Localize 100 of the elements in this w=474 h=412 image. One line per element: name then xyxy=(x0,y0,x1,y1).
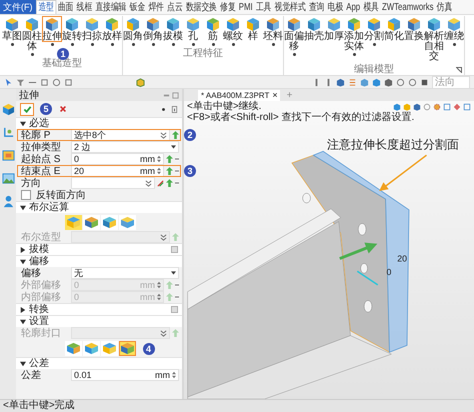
dropdown-icon[interactable] xyxy=(452,43,456,46)
ribbon-tab[interactable]: 模具 xyxy=(361,0,380,14)
ribbon-tool[interactable]: 扫掠 xyxy=(82,16,102,42)
ribbon-tab[interactable]: 视觉样式 xyxy=(272,0,307,14)
dropdown-icon[interactable] xyxy=(90,43,94,46)
section-header[interactable]: 必选 xyxy=(16,117,182,129)
ribbon-tool[interactable]: 倒角 xyxy=(143,16,163,42)
number-field[interactable]: 0.01 mm xyxy=(71,369,179,381)
ribbon-tool[interactable]: 筋 xyxy=(203,16,223,42)
restore-button[interactable] xyxy=(172,92,179,98)
ribbon-tab[interactable]: 线框 xyxy=(74,0,94,14)
circle-icon[interactable] xyxy=(52,78,61,86)
ribbon-tool[interactable]: 草图 xyxy=(2,16,22,42)
ribbon-tool[interactable]: 样 xyxy=(243,16,263,42)
checkbox[interactable] xyxy=(21,190,31,200)
document-tab[interactable]: * AAB400M.Z3PRT xyxy=(198,90,272,100)
file-menu-button[interactable]: 文件(F) xyxy=(0,0,36,14)
ribbon-tab[interactable]: 工具 xyxy=(254,0,272,14)
section-header[interactable]: 偏移 xyxy=(16,255,182,267)
user-icon[interactable] xyxy=(2,195,14,208)
dropdown-icon[interactable] xyxy=(232,43,234,46)
dropdown-icon[interactable] xyxy=(292,53,296,56)
axis-icon[interactable] xyxy=(157,180,164,186)
dropdown-icon[interactable] xyxy=(352,53,356,56)
ribbon-tool[interactable]: 简化 xyxy=(384,16,404,42)
spinner-icon[interactable] xyxy=(172,371,176,379)
launcher-icon[interactable] xyxy=(456,67,462,73)
dropdown-icon[interactable] xyxy=(152,43,154,46)
square-icon[interactable] xyxy=(443,102,451,110)
ribbon-tool[interactable]: 放样 xyxy=(102,16,122,42)
section-header[interactable]: 设置 xyxy=(16,315,182,327)
dot-icon[interactable] xyxy=(160,106,167,112)
dropdown-icon[interactable] xyxy=(372,43,376,46)
ribbon-tool[interactable]: 圆角 xyxy=(123,16,143,42)
spinner-icon[interactable] xyxy=(157,155,161,163)
dash-icon[interactable] xyxy=(175,284,179,286)
ribbon-tool[interactable]: 分割 xyxy=(364,16,384,42)
ribbon-tool[interactable]: 圆柱体 xyxy=(22,16,42,52)
ribbon-tool[interactable]: 置换 xyxy=(404,16,424,42)
section-header[interactable]: 拔模 xyxy=(16,243,182,255)
ribbon-tool[interactable]: 拔模 xyxy=(163,16,183,42)
minimize-button[interactable] xyxy=(163,92,170,98)
list-icon[interactable] xyxy=(348,78,357,86)
spinner-icon[interactable] xyxy=(157,167,161,175)
ribbon-tab[interactable]: 焊件 xyxy=(146,0,165,14)
dropdown-icon[interactable] xyxy=(70,43,74,46)
ribbon-tab[interactable]: ZWTeamworks xyxy=(380,0,435,14)
dash-icon[interactable] xyxy=(175,170,179,172)
section-header[interactable]: 转换 xyxy=(16,303,182,315)
box-icon[interactable] xyxy=(2,149,14,162)
axis-icon[interactable] xyxy=(2,126,14,139)
dropdown-icon[interactable] xyxy=(50,43,54,46)
ok-button[interactable] xyxy=(20,102,34,116)
dash-icon[interactable] xyxy=(175,182,179,184)
image-icon[interactable] xyxy=(2,172,14,185)
dropdown-icon[interactable] xyxy=(110,43,114,46)
ribbon-tab[interactable]: 查询 xyxy=(306,0,326,14)
dash-icon[interactable] xyxy=(175,296,179,298)
ribbon-tab[interactable]: App xyxy=(344,0,362,14)
cursor-icon[interactable] xyxy=(166,155,173,163)
double-chevron-icon[interactable] xyxy=(145,180,152,186)
ribbon-tab[interactable]: 曲面 xyxy=(56,0,74,14)
square-icon[interactable] xyxy=(40,78,49,86)
dropdown-icon[interactable] xyxy=(212,43,214,46)
ribbon-tab[interactable]: 修复 xyxy=(218,0,237,14)
dash-icon[interactable] xyxy=(175,158,179,160)
ribbon-tab[interactable]: 直接编辑 xyxy=(93,0,128,14)
ribbon-tab[interactable]: 点云 xyxy=(164,0,184,14)
caret-icon[interactable] xyxy=(171,271,176,275)
ribbon-tool[interactable]: 加厚 xyxy=(324,16,344,42)
number-field[interactable]: 0 mm xyxy=(71,153,164,165)
circle-icon[interactable] xyxy=(396,78,405,86)
dropdown-icon[interactable] xyxy=(30,53,34,56)
circle-icon[interactable] xyxy=(408,78,417,86)
dropdown-icon[interactable] xyxy=(272,43,274,46)
gear-icon[interactable] xyxy=(433,102,441,110)
selection-field[interactable] xyxy=(71,177,155,189)
dropdown-field[interactable]: 2 边 xyxy=(71,141,179,153)
square-icon[interactable] xyxy=(463,102,471,110)
ribbon-tab[interactable]: 数据交换 xyxy=(184,0,218,14)
dropdown-icon[interactable] xyxy=(172,43,174,46)
ribbon-tool[interactable]: 螺纹 xyxy=(223,16,243,42)
ribbon-tool[interactable]: 解析自相交 xyxy=(424,16,444,62)
ribbon-tool[interactable]: 面偏移 xyxy=(284,16,304,52)
cursor-icon[interactable] xyxy=(166,167,173,175)
ribbon-tool[interactable]: 旋转 xyxy=(62,16,82,42)
cursor-icon[interactable] xyxy=(172,131,179,139)
ribbon-tab[interactable]: 电极 xyxy=(326,0,344,14)
ribbon-tab[interactable]: 造型 xyxy=(36,0,56,14)
double-chevron-icon[interactable] xyxy=(160,132,167,138)
dropdown-field[interactable]: 无 xyxy=(71,267,179,279)
close-tab-button[interactable]: × xyxy=(272,90,280,100)
section-header[interactable]: 布尔运算 xyxy=(16,201,182,213)
ribbon-tool[interactable]: 缠绕 xyxy=(444,16,464,42)
ribbon-tab[interactable]: PMI xyxy=(236,0,254,14)
cursor-icon[interactable] xyxy=(166,179,173,187)
cancel-button[interactable] xyxy=(58,103,68,115)
square-icon[interactable] xyxy=(420,78,429,86)
ribbon-tool[interactable]: 抽壳 xyxy=(304,16,324,42)
info-icon[interactable] xyxy=(171,106,178,112)
